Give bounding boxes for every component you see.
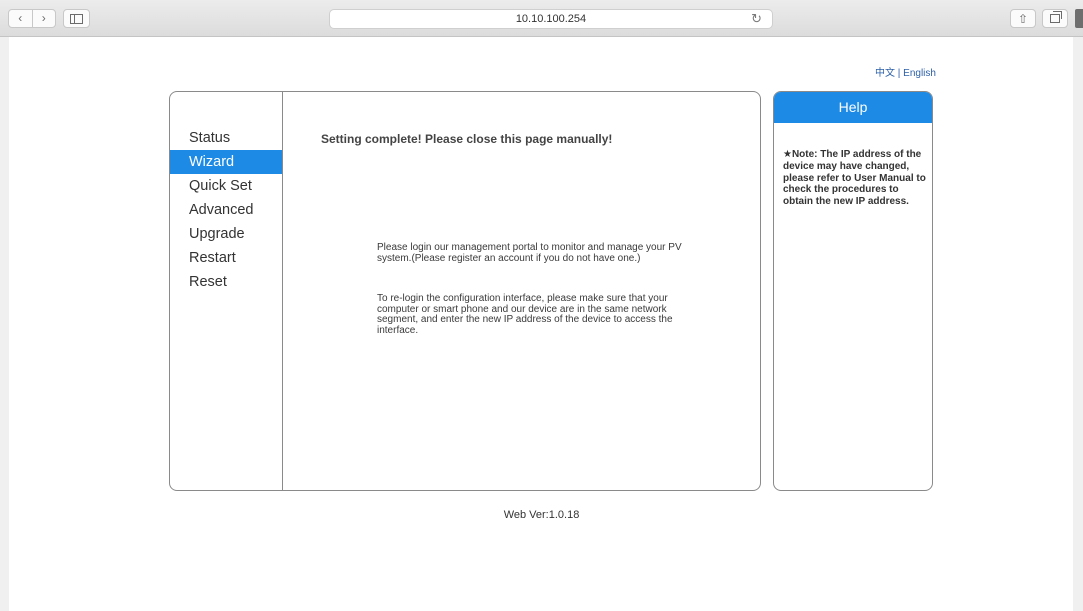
language-separator: | bbox=[895, 68, 904, 79]
tabs-icon bbox=[1050, 11, 1062, 23]
browser-toolbar: ‹ › 10.10.100.254 ↻ ⇧ bbox=[0, 0, 1083, 37]
sidebar-toggle-button[interactable] bbox=[63, 9, 90, 28]
address-bar[interactable]: 10.10.100.254 ↻ bbox=[329, 9, 773, 29]
content-area: Setting complete! Please close this page… bbox=[282, 92, 760, 490]
forward-icon[interactable]: › bbox=[31, 10, 56, 27]
menu-item-quick-set[interactable]: Quick Set bbox=[170, 174, 282, 198]
language-english-link[interactable]: English bbox=[903, 68, 936, 79]
reload-icon[interactable]: ↻ bbox=[751, 11, 762, 27]
menu-item-wizard[interactable]: Wizard bbox=[170, 150, 282, 174]
menu-item-status[interactable]: Status bbox=[170, 126, 282, 150]
menu-item-upgrade[interactable]: Upgrade bbox=[170, 222, 282, 246]
url-text: 10.10.100.254 bbox=[515, 13, 587, 25]
portal-instructions: Please login our management portal to mo… bbox=[377, 242, 682, 264]
web-version: Web Ver:1.0.18 bbox=[503, 509, 580, 521]
menu-item-restart[interactable]: Restart bbox=[170, 246, 282, 270]
menu-list: Status Wizard Quick Set Advanced Upgrade… bbox=[170, 126, 282, 294]
back-icon[interactable]: ‹ bbox=[9, 10, 32, 27]
relogin-instructions: To re-login the configuration interface,… bbox=[377, 293, 673, 336]
help-title: Help bbox=[774, 92, 932, 123]
help-note: ★Note: The IP address of the device may … bbox=[783, 149, 926, 208]
share-icon: ⇧ bbox=[1017, 11, 1029, 26]
language-switcher: 中文 | English bbox=[875, 64, 936, 79]
share-button[interactable]: ⇧ bbox=[1010, 9, 1036, 28]
menu-item-advanced[interactable]: Advanced bbox=[170, 198, 282, 222]
language-chinese-link[interactable]: 中文 bbox=[875, 68, 895, 79]
sidebar-icon bbox=[70, 13, 83, 24]
nav-button-group: ‹ › bbox=[8, 9, 56, 28]
window-edge bbox=[1075, 9, 1083, 28]
help-panel: Help ★Note: The IP address of the device… bbox=[773, 91, 933, 491]
show-tabs-button[interactable] bbox=[1042, 9, 1068, 28]
menu-item-reset[interactable]: Reset bbox=[170, 270, 282, 294]
side-menu: Status Wizard Quick Set Advanced Upgrade… bbox=[170, 92, 283, 490]
page-body: 中文 | English Status Wizard Quick Set Adv… bbox=[9, 37, 1073, 611]
completion-heading: Setting complete! Please close this page… bbox=[321, 132, 613, 146]
main-panel: Status Wizard Quick Set Advanced Upgrade… bbox=[169, 91, 761, 491]
